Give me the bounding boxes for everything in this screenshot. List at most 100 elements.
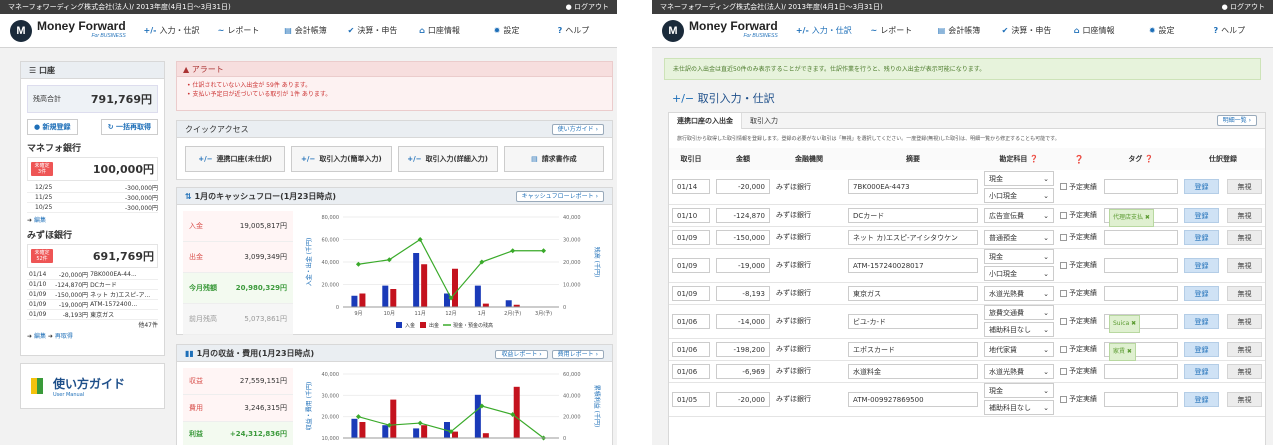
register-button[interactable]: 登録 bbox=[1184, 257, 1219, 273]
description-field[interactable]: DCカード bbox=[848, 207, 978, 223]
register-button[interactable]: 登録 bbox=[1184, 391, 1219, 407]
ignore-button[interactable]: 無視 bbox=[1227, 391, 1262, 407]
nav-ledger[interactable]: ▤ 会計帳簿 bbox=[272, 25, 339, 36]
logout-link[interactable]: ● ログアウト bbox=[1222, 0, 1265, 14]
description-field[interactable]: ATM-009927869500 bbox=[848, 391, 978, 407]
planned-checkbox[interactable] bbox=[1060, 367, 1067, 375]
nav-report[interactable]: ~ レポート bbox=[205, 25, 272, 36]
tag-chip[interactable]: 代理店支払 ✖ bbox=[1109, 208, 1154, 227]
planned-checkbox[interactable] bbox=[1060, 289, 1067, 297]
date-field[interactable]: 01/09 bbox=[672, 257, 710, 273]
sub-account-select[interactable]: 補助科目なし ⌄ bbox=[984, 322, 1054, 337]
tag-field[interactable] bbox=[1104, 285, 1178, 301]
amount-field[interactable]: -124,870 bbox=[716, 207, 770, 223]
description-field[interactable]: ビユ-カ-ド bbox=[848, 313, 978, 329]
description-field[interactable]: ネット カ)エスピ-アイシタウケン bbox=[848, 229, 978, 245]
tag-field[interactable]: 家賃 ✖ bbox=[1104, 341, 1178, 361]
planned-checkbox[interactable] bbox=[1060, 317, 1067, 325]
unconfirmed-badge[interactable]: 未確定 52件 bbox=[31, 249, 53, 263]
account-select[interactable]: 現金 ⌄ bbox=[984, 249, 1054, 264]
nav-closing[interactable]: ✔ 決算・申告 bbox=[339, 25, 406, 36]
date-field[interactable]: 01/14 bbox=[672, 179, 710, 195]
tab-linked-accounts[interactable]: 連携口座の入出金 bbox=[669, 112, 742, 129]
account-select[interactable]: 広告宣伝費 ⌄ bbox=[984, 207, 1054, 223]
date-field[interactable]: 01/09 bbox=[672, 229, 710, 245]
nav-help[interactable]: ? ヘルプ bbox=[540, 25, 607, 36]
alert-item[interactable]: • 仕訳されていない入出金が 59件 あります。 bbox=[187, 81, 602, 90]
nav-ledger[interactable]: ▤ 会計帳簿 bbox=[925, 25, 993, 36]
planned-checkbox[interactable] bbox=[1060, 183, 1067, 191]
date-field[interactable]: 01/06 bbox=[672, 341, 710, 357]
bank-name[interactable]: みずほ銀行 bbox=[27, 228, 158, 241]
quick-detail-input[interactable]: +/− 取引入力(詳細入力) bbox=[397, 146, 498, 172]
quick-invoice[interactable]: ▤ 請求書作成 bbox=[503, 146, 604, 172]
tag-field[interactable] bbox=[1104, 229, 1178, 245]
quick-simple-input[interactable]: +/− 取引入力(簡単入力) bbox=[291, 146, 392, 172]
bank2-edit-link[interactable]: ➜ 編集 bbox=[27, 333, 46, 340]
ignore-button[interactable]: 無視 bbox=[1227, 341, 1262, 357]
new-account-button[interactable]: ● 新規登録 bbox=[27, 119, 78, 135]
account-select[interactable]: 現金 ⌄ bbox=[984, 170, 1054, 186]
register-button[interactable]: 登録 bbox=[1184, 179, 1219, 195]
date-field[interactable]: 01/09 bbox=[672, 285, 710, 301]
amount-field[interactable]: -150,000 bbox=[716, 229, 770, 245]
guide-button[interactable]: 使い方ガイド › bbox=[551, 123, 604, 135]
date-field[interactable]: 01/10 bbox=[672, 207, 710, 223]
planned-checkbox[interactable] bbox=[1060, 261, 1067, 269]
amount-field[interactable]: -8,193 bbox=[716, 285, 770, 301]
description-field[interactable]: 7BK000EA-4473 bbox=[848, 179, 978, 195]
register-button[interactable]: 登録 bbox=[1184, 207, 1219, 223]
amount-field[interactable]: -20,000 bbox=[716, 391, 770, 407]
nav-settings[interactable]: ✹ 設定 bbox=[1128, 25, 1196, 36]
ignore-button[interactable]: 無視 bbox=[1227, 229, 1262, 245]
register-button[interactable]: 登録 bbox=[1184, 363, 1219, 379]
nav-settings[interactable]: ✹ 設定 bbox=[473, 25, 540, 36]
tab-manual-input[interactable]: 取引入力 bbox=[742, 113, 786, 129]
amount-field[interactable]: -198,200 bbox=[716, 341, 770, 357]
planned-checkbox[interactable] bbox=[1060, 345, 1067, 353]
tag-chip[interactable]: 家賃 ✖ bbox=[1109, 342, 1136, 361]
description-field[interactable]: 水道料金 bbox=[848, 363, 978, 379]
ignore-button[interactable]: 無視 bbox=[1227, 313, 1262, 329]
ignore-button[interactable]: 無視 bbox=[1227, 257, 1262, 273]
account-select[interactable]: 地代家賃 ⌄ bbox=[984, 341, 1054, 357]
revenue-report-button[interactable]: 収益レポート › bbox=[495, 349, 548, 359]
cashflow-report-button[interactable]: キャッシュフローレポート › bbox=[515, 190, 604, 202]
tag-chip[interactable]: Suica ✖ bbox=[1109, 314, 1141, 333]
planned-checkbox[interactable] bbox=[1060, 395, 1067, 403]
user-guide-banner[interactable]: 使い方ガイド User Manual bbox=[20, 363, 165, 409]
ignore-button[interactable]: 無視 bbox=[1227, 285, 1262, 301]
account-select[interactable]: 水道光熱費 ⌄ bbox=[984, 285, 1054, 301]
logout-link[interactable]: ● ログアウト bbox=[566, 0, 609, 14]
nav-accounts[interactable]: ⌂ 口座情報 bbox=[406, 25, 473, 36]
brand-logo[interactable]: M Money Forward For BUSINESS bbox=[662, 19, 790, 42]
detail-list-button[interactable]: 明細一覧 › bbox=[1216, 115, 1257, 126]
date-field[interactable]: 01/06 bbox=[672, 363, 710, 379]
account-select[interactable]: 水道光熱費 ⌄ bbox=[984, 363, 1054, 379]
brand-logo[interactable]: M Money Forward For BUSINESS bbox=[10, 19, 138, 42]
description-field[interactable]: 東京ガス bbox=[848, 285, 978, 301]
description-field[interactable]: ATM-157240028017 bbox=[848, 257, 978, 273]
tag-field[interactable]: 代理店支払 ✖ bbox=[1104, 207, 1178, 227]
nav-input[interactable]: +/- 入力・仕訳 bbox=[790, 25, 858, 36]
amount-field[interactable]: -14,000 bbox=[716, 313, 770, 329]
tag-field[interactable] bbox=[1104, 391, 1178, 407]
planned-checkbox[interactable] bbox=[1060, 233, 1067, 241]
ignore-button[interactable]: 無視 bbox=[1227, 179, 1262, 195]
register-button[interactable]: 登録 bbox=[1184, 341, 1219, 357]
register-button[interactable]: 登録 bbox=[1184, 285, 1219, 301]
description-field[interactable]: エポスカード bbox=[848, 341, 978, 357]
tag-field[interactable]: Suica ✖ bbox=[1104, 313, 1178, 333]
nav-accounts[interactable]: ⌂ 口座情報 bbox=[1060, 25, 1128, 36]
register-button[interactable]: 登録 bbox=[1184, 313, 1219, 329]
bank1-edit-link[interactable]: ➜ 編集 bbox=[27, 215, 158, 224]
tag-field[interactable] bbox=[1104, 179, 1178, 195]
tag-field[interactable] bbox=[1104, 257, 1178, 273]
ignore-button[interactable]: 無視 bbox=[1227, 363, 1262, 379]
refresh-all-button[interactable]: ↻ 一括再取得 bbox=[100, 119, 158, 135]
planned-checkbox[interactable] bbox=[1060, 211, 1067, 219]
register-button[interactable]: 登録 bbox=[1184, 229, 1219, 245]
alert-item[interactable]: • 支払い予定日が近づいている取引が 1件 あります。 bbox=[187, 90, 602, 99]
date-field[interactable]: 01/05 bbox=[672, 391, 710, 407]
expense-report-button[interactable]: 費用レポート › bbox=[551, 349, 604, 359]
